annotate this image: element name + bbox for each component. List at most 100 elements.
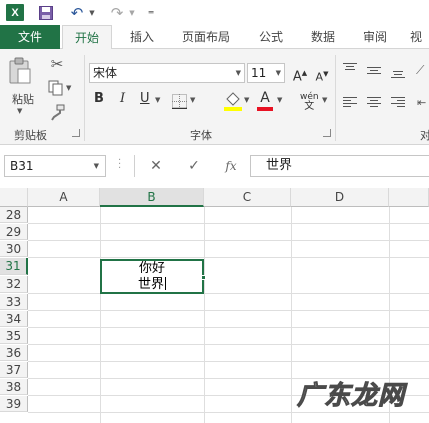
tab-data[interactable]: 数据 xyxy=(303,25,343,49)
top-align-icon[interactable] xyxy=(343,63,357,75)
ribbon-home: 粘贴 ▼ ✂ ▼ 剪贴板 宋体 ▼ 11 ▼ A▲ A▼ B I U ▼ ▼ ▼… xyxy=(0,49,429,145)
tab-file[interactable]: 文件 xyxy=(0,25,60,49)
alignment-group-label: 对 xyxy=(420,129,429,142)
chevron-down-icon[interactable]: ▼ xyxy=(94,156,99,176)
align-right-icon[interactable] xyxy=(391,97,405,109)
font-name-combobox[interactable]: 宋体 ▼ xyxy=(89,63,245,83)
undo-dropdown-arrow-icon[interactable]: ▼ xyxy=(88,3,96,22)
copy-icon[interactable] xyxy=(48,80,66,98)
row-header[interactable]: 35 xyxy=(0,328,28,344)
ribbon-tabs: 文件 开始 插入 页面布局 公式 数据 审阅 视 xyxy=(0,25,429,50)
row-header[interactable]: 29 xyxy=(0,224,28,240)
cut-icon[interactable]: ✂ xyxy=(48,55,66,73)
align-center-icon[interactable] xyxy=(367,97,381,109)
name-box[interactable]: B31 ▼ xyxy=(4,155,106,177)
font-color-dropdown-arrow-icon[interactable]: ▼ xyxy=(277,96,282,104)
font-size-value: 11 xyxy=(251,66,267,80)
tab-insert[interactable]: 插入 xyxy=(122,25,162,49)
gridline xyxy=(28,412,429,413)
tab-view[interactable]: 视 xyxy=(410,25,429,49)
middle-align-icon[interactable] xyxy=(367,67,381,79)
align-left-icon[interactable] xyxy=(343,97,357,109)
tab-page-layout[interactable]: 页面布局 xyxy=(170,25,242,49)
font-color-bar xyxy=(257,107,273,111)
italic-button[interactable]: I xyxy=(120,91,125,106)
gridline xyxy=(28,361,429,362)
underline-button[interactable]: U xyxy=(140,91,150,106)
clipboard-group-label: 剪贴板 xyxy=(14,129,47,142)
font-group-label: 字体 xyxy=(190,129,212,142)
save-icon[interactable] xyxy=(38,3,54,22)
tab-formulas[interactable]: 公式 xyxy=(252,25,290,49)
phonetic-dropdown-arrow-icon[interactable]: ▼ xyxy=(322,96,327,104)
name-box-value: B31 xyxy=(10,159,34,173)
column-header-c[interactable]: C xyxy=(204,188,291,207)
column-header-b[interactable]: B xyxy=(100,188,204,207)
fill-color-dropdown-arrow-icon[interactable]: ▼ xyxy=(244,96,249,104)
row-header[interactable]: 31 xyxy=(0,258,28,275)
gridline xyxy=(28,240,429,241)
column-header-a[interactable]: A xyxy=(28,188,100,207)
select-all-corner[interactable] xyxy=(0,188,28,207)
font-dialog-launcher-icon[interactable] xyxy=(323,129,331,137)
fill-color-icon[interactable] xyxy=(224,91,242,111)
gridline xyxy=(28,327,429,328)
row-header[interactable]: 32 xyxy=(0,276,28,293)
paste-dropdown-arrow-icon[interactable]: ▼ xyxy=(17,107,22,115)
watermark-logo: 广东龙网 xyxy=(296,381,406,412)
row-header[interactable]: 39 xyxy=(0,396,28,412)
bottom-align-icon[interactable] xyxy=(391,71,405,83)
gridline xyxy=(28,344,429,345)
gridline xyxy=(204,207,205,423)
decrease-indent-icon[interactable]: ⇤ xyxy=(417,96,426,109)
paste-icon[interactable] xyxy=(8,57,32,85)
row-header[interactable]: 34 xyxy=(0,311,28,327)
fill-handle[interactable] xyxy=(201,275,206,280)
redo-icon[interactable]: ↷ xyxy=(106,3,128,22)
row-header[interactable]: 33 xyxy=(0,294,28,310)
gridline xyxy=(291,207,292,423)
orientation-icon[interactable]: ⟋ xyxy=(416,63,424,78)
decrease-font-size-icon[interactable]: A▼ xyxy=(314,63,330,84)
chevron-down-icon[interactable]: ▼ xyxy=(276,64,281,82)
gridline xyxy=(100,207,101,423)
gridline xyxy=(28,223,429,224)
row-header[interactable]: 36 xyxy=(0,345,28,361)
redo-dropdown-arrow-icon[interactable]: ▼ xyxy=(128,3,136,22)
formula-input[interactable]: 世界 xyxy=(250,155,429,177)
customize-qat-icon[interactable]: ═ xyxy=(145,3,157,22)
borders-dropdown-arrow-icon[interactable]: ▼ xyxy=(190,96,195,104)
bold-button[interactable]: B xyxy=(94,91,104,106)
underline-dropdown-arrow-icon[interactable]: ▼ xyxy=(155,96,160,104)
gridline xyxy=(28,257,429,258)
resize-handle-icon[interactable]: · · · xyxy=(118,156,121,174)
row-header[interactable]: 38 xyxy=(0,379,28,395)
group-divider xyxy=(84,55,85,141)
font-name-value: 宋体 xyxy=(93,66,118,80)
cancel-icon[interactable]: ✕ xyxy=(142,155,170,177)
enter-icon[interactable]: ✓ xyxy=(180,155,208,177)
column-header-e[interactable]: E xyxy=(389,188,429,207)
increase-font-size-icon[interactable]: A▲ xyxy=(292,63,308,84)
tab-home[interactable]: 开始 xyxy=(62,25,112,50)
column-header-d[interactable]: D xyxy=(291,188,389,207)
tab-review[interactable]: 审阅 xyxy=(355,25,395,49)
formula-divider xyxy=(134,155,135,177)
undo-icon[interactable]: ↶ xyxy=(66,3,88,22)
chevron-down-icon[interactable]: ▼ xyxy=(236,64,241,82)
excel-logo-icon: X xyxy=(6,4,24,21)
quick-access-toolbar: X ↶ ▼ ↷ ▼ ═ xyxy=(0,0,429,25)
font-color-icon[interactable]: A xyxy=(257,91,273,111)
row-header[interactable]: 30 xyxy=(0,241,28,257)
paste-button-label[interactable]: 粘贴 xyxy=(12,91,34,107)
format-painter-icon[interactable] xyxy=(48,104,66,122)
row-header[interactable]: 28 xyxy=(0,207,28,223)
borders-icon[interactable] xyxy=(172,94,187,110)
font-size-combobox[interactable]: 11 ▼ xyxy=(247,63,285,83)
clipboard-dialog-launcher-icon[interactable] xyxy=(72,129,80,137)
insert-function-icon[interactable]: fx xyxy=(217,155,245,177)
row-header[interactable]: 37 xyxy=(0,362,28,378)
active-cell-b31[interactable] xyxy=(100,259,204,294)
phonetic-guide-icon[interactable]: wén 文 xyxy=(300,93,319,112)
copy-dropdown-arrow-icon[interactable]: ▼ xyxy=(66,84,71,92)
